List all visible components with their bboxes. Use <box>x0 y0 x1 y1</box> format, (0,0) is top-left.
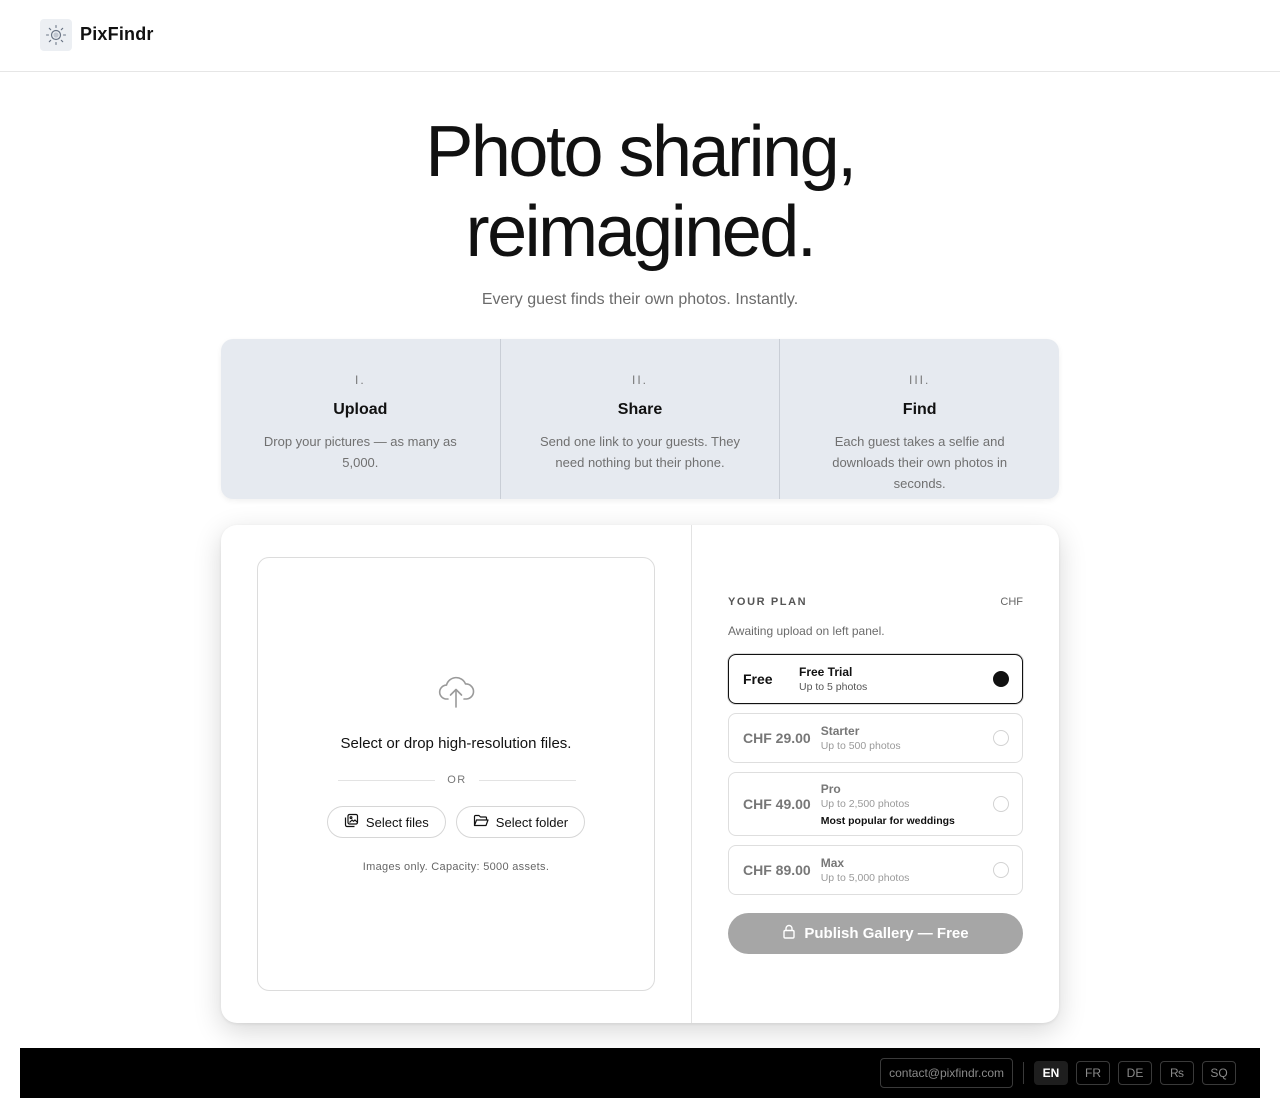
lang-de-button[interactable]: DE <box>1118 1061 1152 1085</box>
plan-name: Starter <box>820 724 860 738</box>
plan-radio[interactable] <box>993 671 1009 687</box>
gallery-card: Select or drop high-resolution files. OR… <box>221 525 1059 1023</box>
select-files-button[interactable]: Select files <box>326 806 446 838</box>
select-files-label: Select files <box>365 814 429 830</box>
card-divider <box>691 525 692 1023</box>
brand-name[interactable]: PixFindr <box>80 24 154 45</box>
step-number: III. <box>909 373 931 387</box>
plan-info: Free Trial Up to 5 photos <box>799 665 867 693</box>
sun-logo-icon[interactable] <box>40 19 72 51</box>
step-upload: I. Upload Drop your pictures — as many a… <box>221 339 501 499</box>
capacity-note: Images only. Capacity: 5000 assets. <box>362 861 550 873</box>
or-text: OR <box>447 774 467 786</box>
footer-separator <box>1023 1062 1024 1084</box>
plan-price: CHF 89.00 <box>743 862 811 878</box>
step-description: Send one link to your guests. They need … <box>540 434 740 470</box>
steps-panel: I. Upload Drop your pictures — as many a… <box>221 339 1059 499</box>
plan-info: Pro Up to 2,500 photos Most popular for … <box>821 782 955 827</box>
lang-fr-button[interactable]: FR <box>1076 1061 1110 1085</box>
top-bar: PixFindr <box>0 0 1280 72</box>
plan-info: Max Up to 5,000 photos <box>821 856 910 884</box>
plan-price: CHF 29.00 <box>743 730 811 746</box>
plan-options: Free Free Trial Up to 5 photos CHF 29.00… <box>728 654 1023 904</box>
plan-section-label: YOUR PLAN <box>728 596 808 608</box>
currency-label[interactable]: CHF <box>1000 596 1023 608</box>
plan-price: CHF 49.00 <box>743 796 811 812</box>
step-description: Drop your pictures — as many as 5,000. <box>263 434 457 470</box>
or-line-left <box>338 779 436 781</box>
step-number: II. <box>632 373 649 387</box>
plan-header: YOUR PLAN CHF <box>728 596 1023 608</box>
folder-icon <box>473 814 489 831</box>
hero-subtitle: Every guest finds their own photos. Inst… <box>481 291 799 308</box>
plan-name: Max <box>820 856 845 870</box>
contact-email-link[interactable]: contact@pixfindr.com <box>880 1058 1013 1088</box>
step-number: I. <box>355 373 366 387</box>
upload-dropzone[interactable]: Select or drop high-resolution files. OR… <box>257 557 655 991</box>
plan-name: Free Trial <box>799 665 853 679</box>
lang-en-button[interactable]: EN <box>1034 1061 1068 1085</box>
plan-option-free[interactable]: Free Free Trial Up to 5 photos <box>728 654 1023 704</box>
plan-status: Awaiting upload on left panel. <box>728 624 885 638</box>
plan-limit: Up to 5 photos <box>799 681 868 693</box>
cloud-upload-icon <box>436 671 476 711</box>
dropzone-text: Select or drop high-resolution files. <box>340 735 572 752</box>
plan-name: Pro <box>820 781 841 796</box>
select-folder-button[interactable]: Select folder <box>455 806 586 838</box>
plan-badge-note: Most popular for weddings <box>820 814 955 827</box>
plan-limit: Up to 500 photos <box>820 740 901 752</box>
images-icon <box>344 813 359 831</box>
plan-option-starter[interactable]: CHF 29.00 Starter Up to 500 photos <box>728 713 1023 763</box>
hero-title: Photo sharing, reimagined. <box>0 112 1280 272</box>
publish-label: Publish Gallery — Free <box>804 925 969 942</box>
step-title: Upload <box>333 401 388 418</box>
plan-limit: Up to 2,500 photos <box>820 797 910 810</box>
plan-limit: Up to 5,000 photos <box>820 872 910 884</box>
plan-option-pro[interactable]: CHF 49.00 Pro Up to 2,500 photos Most po… <box>728 772 1023 836</box>
plan-radio[interactable] <box>993 796 1009 812</box>
plan-option-max[interactable]: CHF 89.00 Max Up to 5,000 photos <box>728 845 1023 895</box>
lang-rs-button[interactable]: ₨ <box>1160 1061 1194 1085</box>
step-title: Find <box>902 401 937 418</box>
step-description: Each guest takes a selfie and downloads … <box>832 434 1008 491</box>
step-share: II. Share Send one link to your guests. … <box>501 339 781 499</box>
or-separator: OR <box>338 773 576 787</box>
lock-icon <box>782 924 796 943</box>
plan-info: Starter Up to 500 photos <box>821 724 901 752</box>
step-title: Share <box>617 401 663 418</box>
select-buttons: Select files Select folder <box>258 806 654 838</box>
hero-title-line2: reimagined. <box>465 192 817 272</box>
publish-gallery-button[interactable]: Publish Gallery — Free <box>728 913 1023 954</box>
footer-bar: contact@pixfindr.com EN FR DE ₨ SQ <box>20 1048 1260 1098</box>
plan-radio[interactable] <box>993 730 1009 746</box>
or-line-right <box>478 779 576 781</box>
step-find: III. Find Each guest takes a selfie and … <box>780 339 1059 499</box>
lang-sq-button[interactable]: SQ <box>1202 1061 1236 1085</box>
plan-price: Free <box>743 671 773 687</box>
plan-radio[interactable] <box>993 862 1009 878</box>
select-folder-label: Select folder <box>495 814 569 830</box>
hero-title-line1: Photo sharing, <box>425 112 857 192</box>
footer-controls: contact@pixfindr.com EN FR DE ₨ SQ <box>880 1058 1236 1088</box>
